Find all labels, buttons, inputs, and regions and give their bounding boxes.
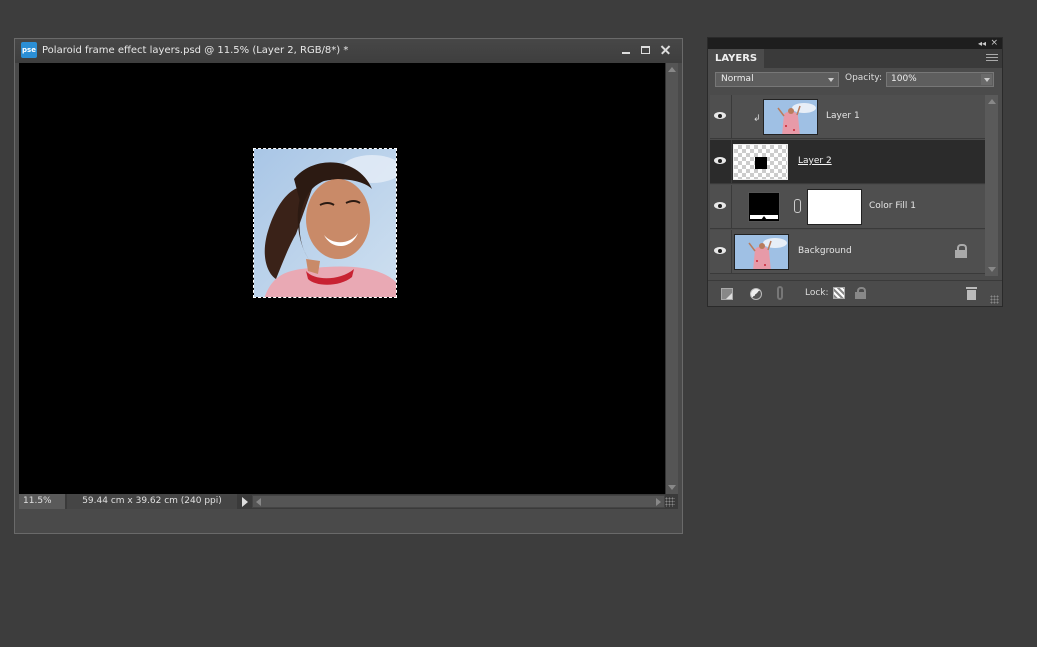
scroll-right-icon[interactable] — [656, 498, 661, 506]
selected-photo[interactable] — [253, 148, 397, 298]
lock-body — [955, 250, 967, 258]
layer-row[interactable]: ↲ Layer 1 — [710, 95, 985, 139]
panel-menu-icon[interactable] — [986, 54, 998, 63]
layer-row-active[interactable]: Layer 2 — [710, 140, 985, 184]
layer-name[interactable]: Color Fill 1 — [869, 201, 916, 211]
opacity-value: 100% — [891, 74, 917, 84]
visibility-toggle[interactable] — [710, 95, 732, 139]
adjustment-layer-icon[interactable] — [750, 288, 762, 300]
horizontal-scrollbar[interactable] — [252, 495, 665, 508]
layer-name[interactable]: Layer 2 — [798, 156, 832, 166]
layer-name[interactable]: Background — [798, 246, 852, 256]
layer-thumbnail — [763, 99, 818, 135]
layer-row[interactable]: Background — [710, 230, 985, 274]
blend-mode-select[interactable]: Normal — [715, 72, 839, 87]
opacity-field[interactable]: 100% — [886, 72, 994, 87]
scroll-down-icon[interactable] — [988, 267, 996, 272]
scroll-down-icon[interactable] — [668, 485, 676, 490]
chevron-down-icon — [828, 78, 834, 82]
document-window: pse Polaroid frame effect layers.psd @ 1… — [14, 38, 683, 534]
eye-icon — [714, 112, 726, 119]
lock-all-icon[interactable] — [855, 287, 866, 300]
opacity-dropdown-icon[interactable] — [981, 74, 992, 85]
trash-lid — [966, 287, 977, 289]
status-bar: 11.5% 59.44 cm x 39.62 cm (240 ppi) — [19, 494, 678, 509]
pse-app-icon: pse — [21, 42, 37, 58]
new-layer-icon[interactable] — [721, 288, 733, 300]
panel-top-bar[interactable]: ◂◂ × — [708, 38, 1002, 49]
document-title-bar[interactable]: pse Polaroid frame effect layers.psd @ 1… — [15, 39, 682, 63]
zoom-field[interactable]: 11.5% — [19, 494, 65, 509]
portrait-image — [254, 149, 396, 297]
layers-scrollbar[interactable] — [985, 95, 998, 276]
panel-bottom-toolbar: Lock: — [708, 280, 1002, 307]
tab-layers[interactable]: LAYERS — [708, 49, 765, 68]
resize-grip-icon[interactable] — [665, 497, 675, 507]
close-button[interactable] — [658, 42, 674, 58]
visibility-toggle[interactable] — [710, 140, 732, 184]
lock-transparent-pixels-icon[interactable] — [833, 287, 845, 299]
visibility-toggle[interactable] — [710, 230, 732, 274]
layer-name[interactable]: Layer 1 — [826, 111, 860, 121]
image-canvas[interactable] — [19, 63, 665, 494]
vertical-scrollbar[interactable] — [665, 63, 678, 494]
link-layers-icon[interactable] — [777, 286, 783, 300]
lock-label: Lock: — [805, 288, 829, 298]
panel-resize-grip-icon[interactable] — [990, 295, 999, 304]
document-title: Polaroid frame effect layers.psd @ 11.5%… — [42, 45, 349, 56]
clipping-arrow-icon: ↲ — [753, 114, 761, 124]
photo-thumbnail — [764, 100, 817, 134]
visibility-toggle[interactable] — [710, 185, 732, 229]
lock-body — [855, 292, 866, 299]
layer-mask-thumbnail[interactable] — [807, 189, 862, 225]
eye-icon — [714, 202, 726, 209]
minimize-button[interactable] — [618, 42, 634, 58]
trash-can — [967, 290, 976, 300]
scroll-up-icon[interactable] — [988, 99, 996, 104]
layers-list: ↲ Layer 1 Layer 2 Color Fill 1 Backgroun… — [710, 95, 985, 276]
trash-icon[interactable] — [966, 287, 977, 300]
opacity-label: Opacity: — [845, 73, 882, 83]
scroll-up-icon[interactable] — [668, 67, 676, 72]
eye-icon — [714, 157, 726, 164]
layer-thumbnail — [733, 144, 788, 180]
blend-mode-value: Normal — [721, 74, 754, 84]
photo-thumbnail — [735, 235, 788, 269]
document-dimensions: 59.44 cm x 39.62 cm (240 ppi) — [67, 494, 237, 509]
layer-thumbnail — [734, 234, 789, 270]
status-menu-arrow-icon[interactable] — [242, 497, 248, 507]
panel-tab-bar: LAYERS — [708, 49, 1002, 68]
maximize-button[interactable] — [638, 42, 654, 58]
black-square-shape — [755, 157, 767, 169]
close-panel-icon[interactable]: × — [990, 38, 998, 49]
eye-icon — [714, 247, 726, 254]
collapse-panel-icon[interactable]: ◂◂ — [978, 38, 986, 49]
scroll-left-icon[interactable] — [256, 498, 261, 506]
fill-layer-thumbnail — [748, 192, 780, 222]
lock-icon — [955, 244, 967, 258]
mask-link-icon[interactable] — [794, 199, 801, 213]
layers-panel: ◂◂ × LAYERS Normal Opacity: 100% ↲ Layer… — [707, 37, 1003, 307]
layer-row[interactable]: Color Fill 1 — [710, 185, 985, 229]
